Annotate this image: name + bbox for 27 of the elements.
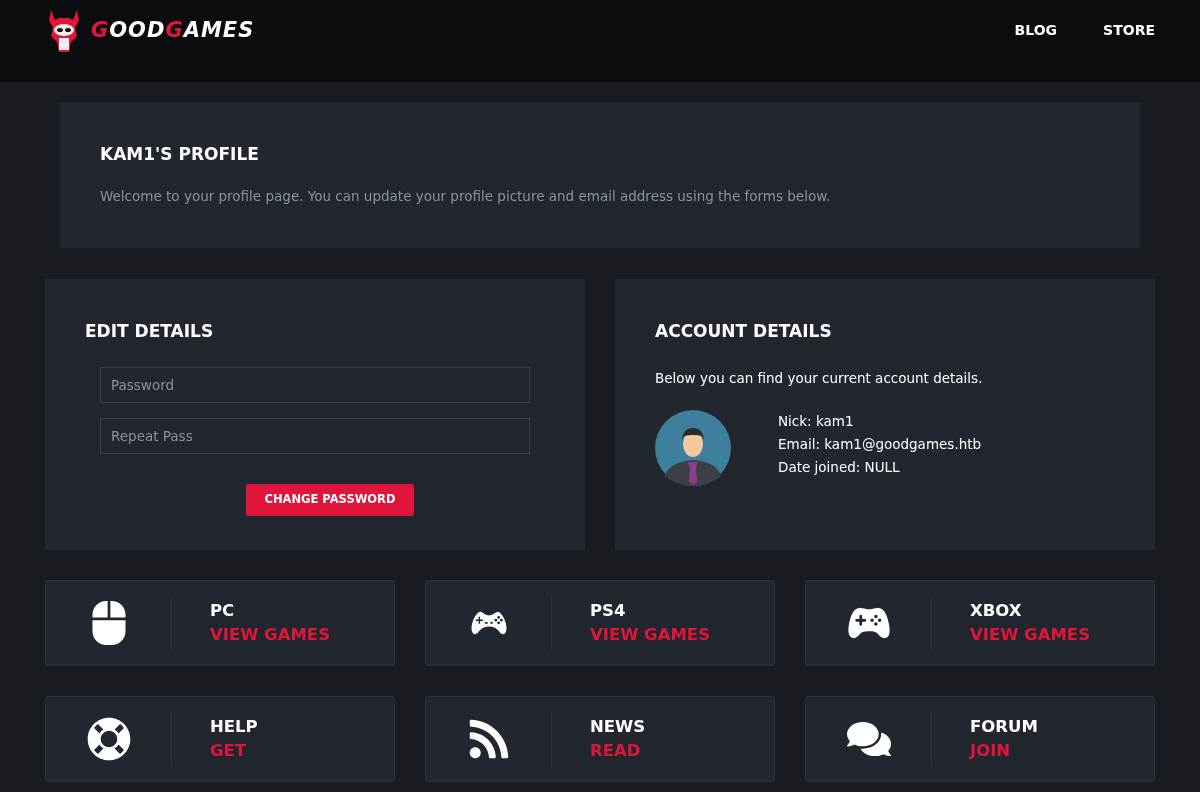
tile-title: FORUM [970, 716, 1038, 738]
profile-title: KAM1'S PROFILE [100, 143, 260, 166]
account-detail-text: Date joined: NULL [778, 457, 901, 477]
category-tile[interactable]: NEWS READ [425, 696, 775, 782]
account-detail-text: Nick: kam1 [778, 411, 855, 431]
category-tile[interactable]: XBOX VIEW GAMES [805, 580, 1155, 666]
site-logo-text[interactable]: GOODGAMES [91, 15, 255, 47]
password-field[interactable]: Repeat Pass [100, 417, 530, 454]
section-title: ACCOUNT DETAILS [655, 320, 833, 343]
account-intro-text: Below you can find your current account details. [655, 368, 984, 388]
change-password-button[interactable]: CHANGE PASSWORD [246, 483, 414, 516]
category-tile[interactable]: PS4 VIEW GAMES [425, 580, 775, 666]
password-field[interactable]: Password [100, 366, 530, 403]
tile-title: PC [210, 600, 236, 622]
profile-intro-text: Welcome to your profile page. You can update your profile picture and email address using the forms below. [100, 186, 832, 206]
nav-link[interactable]: BLOG [1014, 20, 1058, 41]
tile-title: XBOX [970, 600, 1023, 622]
account-detail-text: Email: kam1@goodgames.htb [778, 434, 982, 454]
tile-title: NEWS [590, 716, 646, 738]
nav-link[interactable]: STORE [1103, 20, 1155, 41]
tile-title: PS4 [590, 600, 627, 622]
section-title: EDIT DETAILS [85, 320, 215, 343]
lifebuoy-icon [86, 717, 131, 761]
category-tile[interactable]: PC VIEW GAMES [45, 580, 395, 666]
category-tile[interactable]: HELP GET [45, 696, 395, 782]
category-tile[interactable]: FORUM JOIN [805, 696, 1155, 782]
tile-title: HELP [210, 716, 258, 738]
